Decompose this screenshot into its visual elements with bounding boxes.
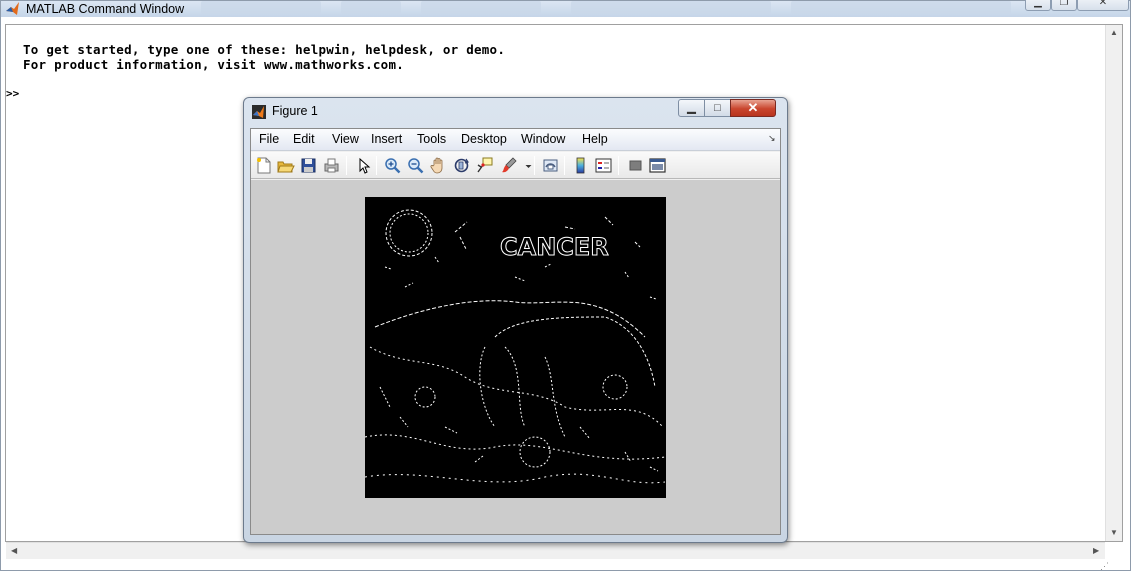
close-button[interactable]: ✕ (1077, 0, 1129, 11)
pan-hand-icon[interactable] (429, 156, 448, 175)
background-taskbar-ghost (201, 1, 321, 14)
resize-grip-icon[interactable]: ⋰ (1100, 561, 1112, 571)
menu-view[interactable]: View (332, 132, 359, 146)
vertical-scrollbar[interactable]: ▲ ▼ (1105, 25, 1122, 541)
menu-window[interactable]: Window (521, 132, 565, 146)
toolbar-separator (618, 156, 619, 175)
menu-insert[interactable]: Insert (371, 132, 402, 146)
menu-help[interactable]: Help (582, 132, 608, 146)
edge-image-canvas: CANCER (365, 209, 666, 484)
figure-window: Figure 1 ▁ □ ✕ File Edit View Insert Too… (243, 97, 788, 543)
brush-dropdown-icon[interactable] (519, 156, 532, 175)
figure-axes-area: CANCER (251, 180, 780, 534)
intro-line: To get started, type one of these: helpw… (23, 42, 506, 57)
toolbar-separator (534, 156, 535, 175)
figure-client-area: File Edit View Insert Tools Desktop Wind… (250, 128, 781, 535)
command-window-titlebar[interactable]: MATLAB Command Window ▁ ❐ ✕ (1, 0, 1130, 17)
figure-close-button[interactable]: ✕ (730, 99, 776, 117)
background-taskbar-ghost (421, 1, 541, 14)
restore-icon: ❐ (1059, 0, 1069, 8)
toolbar-separator (376, 156, 377, 175)
toolbar-separator (564, 156, 565, 175)
figure-caption-buttons: ▁ □ ✕ (678, 99, 782, 118)
horizontal-scrollbar[interactable]: ◀ ▶ (6, 542, 1105, 559)
menu-tools[interactable]: Tools (417, 132, 446, 146)
command-prompt[interactable]: >> (6, 87, 19, 100)
scroll-left-arrow-icon[interactable]: ◀ (11, 546, 17, 555)
close-icon: ✕ (747, 100, 759, 115)
maximize-icon: □ (714, 102, 721, 114)
menu-edit[interactable]: Edit (293, 132, 315, 146)
command-window-caption-buttons: ▁ ❐ ✕ (1025, 0, 1130, 11)
scroll-down-arrow-icon[interactable]: ▼ (1110, 528, 1118, 537)
edge-detected-image: CANCER (365, 197, 666, 498)
data-cursor-icon[interactable] (475, 156, 494, 175)
save-figure-icon[interactable] (299, 156, 318, 175)
minimize-icon: ▁ (687, 102, 696, 114)
rotate-3d-icon[interactable] (452, 156, 471, 175)
scroll-right-arrow-icon[interactable]: ▶ (1093, 546, 1099, 555)
figure-toolbar (251, 152, 780, 179)
figure-maximize-button[interactable]: □ (704, 99, 731, 117)
insert-colorbar-icon[interactable] (571, 156, 590, 175)
figure-menubar: File Edit View Insert Tools Desktop Wind… (251, 129, 780, 151)
background-taskbar-ghost (341, 1, 401, 14)
hide-plot-tools-icon[interactable] (626, 156, 645, 175)
minimize-button[interactable]: ▁ (1025, 0, 1051, 11)
toolbar-separator (346, 156, 347, 175)
minimize-icon: ▁ (1034, 0, 1042, 8)
zoom-out-icon[interactable] (406, 156, 425, 175)
intro-line: For product information, visit www.mathw… (23, 57, 405, 72)
open-file-icon[interactable] (276, 156, 295, 175)
dock-figure-icon[interactable]: ↘ (768, 133, 776, 144)
zoom-in-icon[interactable] (383, 156, 402, 175)
link-plot-icon[interactable] (541, 156, 560, 175)
menu-desktop[interactable]: Desktop (461, 132, 507, 146)
matlab-logo-icon (6, 2, 19, 15)
image-lettering: CANCER (500, 233, 609, 261)
scroll-up-arrow-icon[interactable]: ▲ (1110, 28, 1118, 37)
command-window-title: MATLAB Command Window (26, 2, 185, 16)
print-figure-icon[interactable] (322, 156, 341, 175)
insert-legend-icon[interactable] (594, 156, 613, 175)
background-taskbar-ghost (791, 1, 1011, 14)
show-plot-tools-icon[interactable] (648, 156, 667, 175)
figure-minimize-button[interactable]: ▁ (678, 99, 705, 117)
brush-icon[interactable] (499, 156, 518, 175)
close-icon: ✕ (1098, 0, 1108, 8)
background-taskbar-ghost (571, 1, 771, 14)
figure-title: Figure 1 (272, 104, 318, 118)
new-figure-icon[interactable] (254, 156, 273, 175)
maximize-button[interactable]: ❐ (1051, 0, 1077, 11)
matlab-logo-icon (252, 105, 266, 119)
menu-file[interactable]: File (259, 132, 279, 146)
edit-plot-arrow-icon[interactable] (354, 156, 373, 175)
